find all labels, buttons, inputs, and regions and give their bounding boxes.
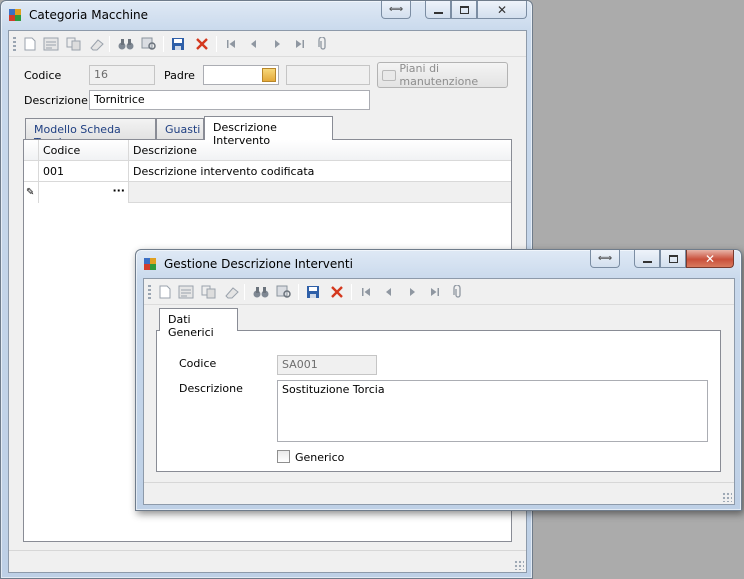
binoculars-icon[interactable]	[117, 35, 135, 53]
ellipsis-button[interactable]: ···	[112, 184, 125, 197]
lookup-icon[interactable]	[262, 68, 276, 82]
last-record-icon[interactable]	[426, 283, 444, 301]
minimize-icon	[642, 260, 652, 263]
resize-grip-icon[interactable]	[722, 492, 732, 502]
maximize-icon	[459, 5, 469, 14]
tab-descrizione-intervento[interactable]: Descrizione Intervento	[204, 116, 333, 147]
piani-manutenzione-button[interactable]: Piani di manutenzione	[377, 62, 508, 88]
double-arrow-icon: ⟺	[597, 253, 613, 264]
previous-record-icon[interactable]	[245, 35, 263, 53]
new-document-icon[interactable]	[21, 35, 39, 53]
edit-form-icon[interactable]	[177, 283, 195, 301]
book-icon	[382, 69, 397, 81]
dialog-descrizione-field[interactable]: Sostituzione Torcia	[277, 380, 708, 442]
toolbar-grip[interactable]	[148, 285, 151, 299]
dialog-codice-field[interactable]: SA001	[277, 355, 377, 375]
dialog-app-icon	[144, 258, 157, 271]
dialog-client-area: Dati Generici Codice SA001 Descrizione S…	[143, 278, 735, 505]
binoculars-icon[interactable]	[252, 283, 270, 301]
first-record-icon[interactable]	[222, 35, 240, 53]
main-toolbar	[9, 31, 526, 57]
filter-search-icon[interactable]	[140, 35, 158, 53]
cell-codice[interactable]: 001	[39, 161, 129, 182]
main-statusbar	[9, 550, 526, 572]
next-record-icon[interactable]	[403, 283, 421, 301]
generico-checkbox[interactable]	[277, 450, 290, 463]
new-table-row[interactable]: ✎ ···	[24, 182, 511, 203]
next-record-icon[interactable]	[268, 35, 286, 53]
app-icon	[9, 9, 22, 22]
first-record-icon[interactable]	[357, 283, 375, 301]
cell-descrizione-new[interactable]	[129, 182, 513, 203]
paperclip-icon[interactable]	[449, 283, 467, 301]
dialog-minimize-button[interactable]	[634, 250, 660, 268]
row-header[interactable]	[24, 161, 39, 182]
main-window-title: Categoria Macchine	[29, 8, 149, 22]
eraser-icon[interactable]	[88, 35, 106, 53]
dialog-titlebar[interactable]: Gestione Descrizione Interventi ⟺ ✕	[136, 250, 741, 278]
minimize-button[interactable]	[425, 1, 451, 19]
table-row[interactable]: 001 Descrizione intervento codificata	[24, 161, 511, 182]
descrizione-label: Descrizione	[24, 94, 88, 107]
piani-button-label: Piani di manutenzione	[399, 62, 479, 88]
toolbar-separator	[351, 284, 352, 300]
maximize-icon	[668, 254, 678, 263]
toolbar-separator	[163, 36, 164, 52]
cell-codice-new[interactable]: ···	[39, 182, 129, 203]
codice-label: Codice	[24, 69, 62, 82]
tab-modello-scheda-tecnica[interactable]: Modello Scheda Tecnica	[25, 118, 156, 149]
dialog-codice-label: Codice	[179, 357, 217, 370]
padre-description-field	[286, 65, 370, 85]
dialog-window: Gestione Descrizione Interventi ⟺ ✕ Dati…	[135, 249, 742, 511]
dati-generici-page: Codice SA001 Descrizione Sostituzione To…	[156, 330, 721, 472]
dialog-title: Gestione Descrizione Interventi	[164, 257, 353, 271]
resize-arrows-button[interactable]: ⟺	[381, 1, 411, 19]
edit-form-icon[interactable]	[42, 35, 60, 53]
previous-record-icon[interactable]	[380, 283, 398, 301]
close-button[interactable]: ✕	[477, 1, 527, 19]
maximize-button[interactable]	[451, 1, 477, 19]
dialog-toolbar	[144, 279, 734, 305]
toolbar-separator	[216, 36, 217, 52]
padre-label: Padre	[164, 69, 195, 82]
dialog-close-button[interactable]: ✕	[686, 250, 734, 268]
cell-descrizione[interactable]: Descrizione intervento codificata	[129, 161, 513, 182]
tab-guasti[interactable]: Guasti	[156, 118, 204, 140]
delete-icon[interactable]	[328, 283, 346, 301]
close-icon: ✕	[496, 2, 508, 17]
padre-field[interactable]	[203, 65, 279, 85]
dialog-maximize-button[interactable]	[660, 250, 686, 268]
codice-field[interactable]: 16	[89, 65, 155, 85]
save-icon[interactable]	[169, 35, 187, 53]
resize-grip-icon[interactable]	[514, 560, 524, 570]
dialog-descrizione-label: Descrizione	[179, 382, 243, 395]
tab-dati-generici[interactable]: Dati Generici	[159, 308, 238, 339]
copy-icon[interactable]	[200, 283, 218, 301]
row-header-corner	[24, 140, 39, 161]
new-document-icon[interactable]	[156, 283, 174, 301]
toolbar-separator	[244, 284, 245, 300]
main-titlebar[interactable]: Categoria Macchine ⟺ ✕	[1, 1, 532, 29]
descrizione-field[interactable]: Tornitrice	[89, 90, 370, 110]
toolbar-separator	[298, 284, 299, 300]
save-icon[interactable]	[304, 283, 322, 301]
column-header-codice[interactable]: Codice	[39, 140, 129, 161]
double-arrow-icon: ⟺	[388, 4, 404, 15]
filter-search-icon[interactable]	[275, 283, 293, 301]
row-header[interactable]: ✎	[24, 182, 39, 203]
dialog-resize-arrows-button[interactable]: ⟺	[590, 250, 620, 268]
toolbar-separator	[109, 36, 110, 52]
minimize-icon	[433, 11, 443, 14]
pencil-icon: ✎	[26, 187, 35, 198]
close-icon: ✕	[704, 251, 716, 266]
last-record-icon[interactable]	[291, 35, 309, 53]
dialog-statusbar	[144, 482, 734, 504]
eraser-icon[interactable]	[223, 283, 241, 301]
toolbar-grip[interactable]	[13, 37, 16, 51]
delete-icon[interactable]	[193, 35, 211, 53]
copy-icon[interactable]	[65, 35, 83, 53]
generico-label[interactable]: Generico	[295, 451, 344, 464]
paperclip-icon[interactable]	[314, 35, 332, 53]
column-header-descrizione[interactable]: Descrizione	[129, 140, 513, 161]
